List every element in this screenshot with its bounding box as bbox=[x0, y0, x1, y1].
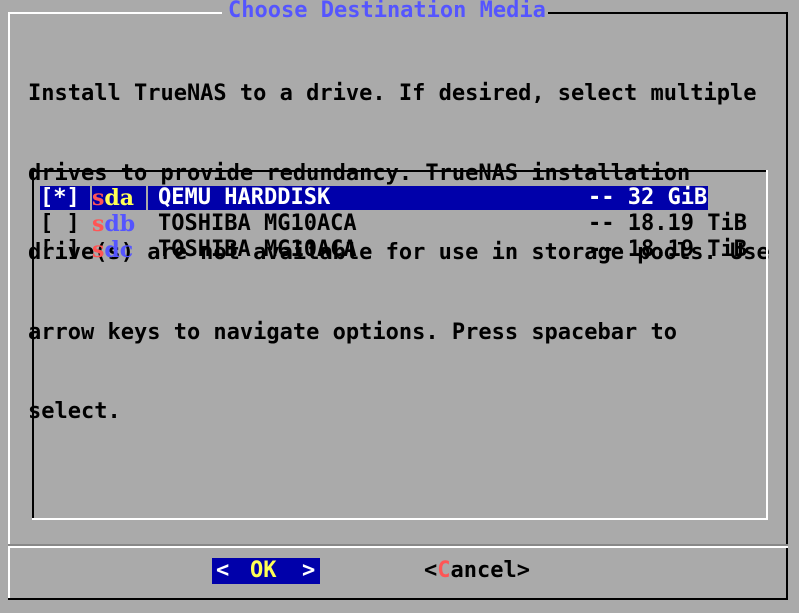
install-dialog: Choose Destination Media Install TrueNAS… bbox=[0, 0, 799, 613]
dialog-border bbox=[8, 12, 222, 14]
drive-size: -- 32 GiB bbox=[588, 185, 708, 210]
drive-tag: sdb bbox=[92, 211, 136, 237]
dialog-border bbox=[548, 12, 788, 14]
ok-button[interactable]: < OK > bbox=[212, 558, 320, 584]
right-arrow-icon: > bbox=[302, 558, 316, 583]
drive-size: -- 18.19 TiB bbox=[588, 211, 747, 236]
cancel-hotkey: C bbox=[437, 558, 451, 583]
dialog-title: Choose Destination Media bbox=[226, 0, 548, 24]
list-border bbox=[32, 170, 768, 172]
drive-description: TOSHIBA MG10ACA bbox=[158, 211, 357, 236]
drive-row-sda[interactable]: [*] sda QEMU HARDDISK -- 32 GiB bbox=[40, 186, 708, 210]
dialog-border bbox=[8, 598, 788, 600]
message-line: Install TrueNAS to a drive. If desired, … bbox=[28, 81, 757, 106]
cancel-bracket: < bbox=[424, 558, 438, 583]
drive-tag: sda bbox=[92, 186, 146, 210]
drive-checkbox[interactable]: [*] bbox=[40, 186, 90, 210]
drive-size: -- 18.19 TiB bbox=[588, 237, 747, 262]
button-separator bbox=[8, 546, 788, 548]
drive-row-sdc[interactable]: [ ] sdc TOSHIBA MG10ACA -- 18.19 TiB bbox=[40, 238, 747, 263]
dialog-border bbox=[8, 12, 10, 600]
cancel-button[interactable]: <Cancel> bbox=[424, 558, 544, 584]
drive-tag: sdc bbox=[92, 237, 134, 263]
list-border bbox=[766, 170, 768, 520]
drive-checkbox[interactable]: [ ] bbox=[40, 238, 90, 262]
ok-button-label: OK bbox=[250, 558, 277, 583]
list-border bbox=[32, 518, 768, 520]
drive-checkbox[interactable]: [ ] bbox=[40, 212, 90, 236]
cancel-bracket: > bbox=[516, 558, 530, 583]
cancel-button-label: ancel bbox=[450, 558, 517, 583]
left-arrow-icon: < bbox=[216, 558, 230, 583]
drive-description: TOSHIBA MG10ACA bbox=[158, 237, 357, 262]
drive-description: QEMU HARDDISK bbox=[158, 185, 331, 210]
list-border bbox=[32, 170, 34, 520]
drive-list[interactable]: [*] sda QEMU HARDDISK -- 32 GiB [ ] sdb … bbox=[32, 170, 768, 520]
drive-row-sdb[interactable]: [ ] sdb TOSHIBA MG10ACA -- 18.19 TiB bbox=[40, 212, 747, 237]
